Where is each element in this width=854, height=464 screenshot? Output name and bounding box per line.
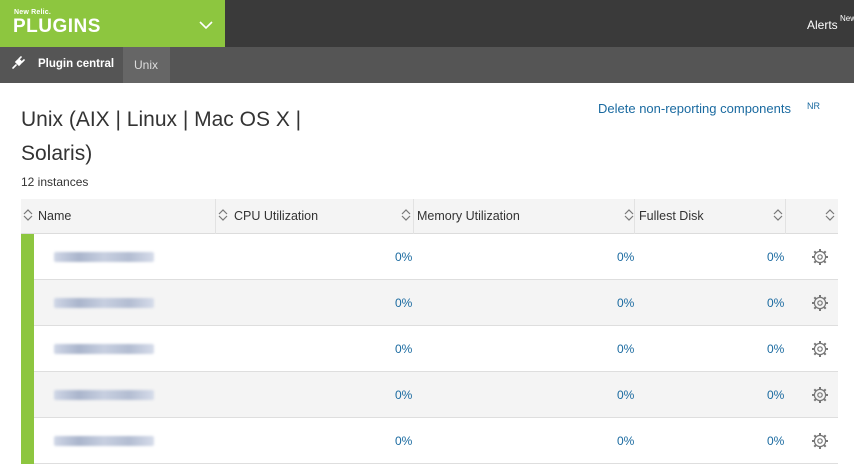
instance-name-redacted[interactable]: [54, 252, 154, 262]
breadcrumb-unix[interactable]: Unix: [134, 58, 158, 72]
column-label-cpu: CPU Utilization: [234, 209, 319, 223]
breadcrumb-plugin-central[interactable]: Plugin central: [38, 58, 114, 70]
memory-utilization-value[interactable]: 0%: [617, 434, 634, 448]
cpu-utilization-value[interactable]: 0%: [395, 250, 412, 264]
delete-link-superscript: NR: [807, 101, 820, 111]
column-header-memory[interactable]: Memory Utilization: [414, 199, 635, 234]
table-row[interactable]: 0% 0% 0%: [21, 280, 838, 326]
fullest-disk-value[interactable]: 0%: [767, 434, 784, 448]
fullest-disk-value[interactable]: 0%: [767, 296, 784, 310]
instance-name-redacted[interactable]: [54, 298, 154, 308]
gear-icon[interactable]: [811, 294, 829, 312]
cpu-utilization-value[interactable]: 0%: [395, 388, 412, 402]
health-status-bar: [21, 418, 34, 464]
brand-company-name: New Relic.: [14, 9, 52, 16]
table-row[interactable]: 0% 0% 0%: [21, 418, 838, 464]
brand-product-name: PLUGINS: [13, 16, 101, 37]
instance-name-redacted[interactable]: [54, 344, 154, 354]
health-status-bar: [21, 234, 34, 280]
sort-icon[interactable]: [23, 208, 33, 222]
table-header: Name CPU Utilization Memory Utilization …: [21, 199, 838, 234]
health-status-bar: [21, 326, 34, 372]
table-row[interactable]: 0% 0% 0%: [21, 326, 838, 372]
column-label-memory: Memory Utilization: [417, 209, 520, 223]
gear-icon[interactable]: [811, 248, 829, 266]
chevron-down-icon[interactable]: [199, 20, 213, 30]
sort-icon[interactable]: [773, 208, 783, 222]
instance-name-redacted[interactable]: [54, 436, 154, 446]
column-label-disk: Fullest Disk: [639, 209, 704, 223]
column-header-name[interactable]: Name: [21, 199, 228, 234]
column-header-cpu[interactable]: CPU Utilization: [232, 199, 414, 234]
sort-icon[interactable]: [825, 208, 835, 222]
page-title: Unix (AIX | Linux | Mac OS X | Solaris): [21, 108, 302, 165]
gear-icon[interactable]: [811, 432, 829, 450]
gear-icon[interactable]: [811, 386, 829, 404]
plug-icon: [12, 56, 25, 69]
instance-count: 12 instances: [21, 175, 89, 189]
instance-name-redacted[interactable]: [54, 390, 154, 400]
fullest-disk-value[interactable]: 0%: [767, 250, 784, 264]
table-row[interactable]: 0% 0% 0%: [21, 234, 838, 280]
health-status-bar: [21, 372, 34, 418]
table-row[interactable]: 0% 0% 0%: [21, 372, 838, 418]
memory-utilization-value[interactable]: 0%: [617, 388, 634, 402]
alerts-menu[interactable]: Alerts: [807, 18, 838, 32]
column-label-name: Name: [38, 209, 72, 223]
brand-menu[interactable]: New Relic. PLUGINS: [0, 0, 225, 47]
memory-utilization-value[interactable]: 0%: [617, 250, 634, 264]
memory-utilization-value[interactable]: 0%: [617, 342, 634, 356]
memory-utilization-value[interactable]: 0%: [617, 296, 634, 310]
alerts-new-badge: New: [840, 14, 854, 23]
top-bar: New Relic. PLUGINS Alerts New: [0, 0, 854, 47]
sort-icon[interactable]: [401, 208, 411, 222]
cpu-utilization-value[interactable]: 0%: [395, 342, 412, 356]
fullest-disk-value[interactable]: 0%: [767, 388, 784, 402]
health-status-bar: [21, 280, 34, 326]
column-header-disk[interactable]: Fullest Disk: [635, 199, 786, 234]
delete-non-reporting-link[interactable]: Delete non-reporting components: [598, 101, 791, 116]
cpu-utilization-value[interactable]: 0%: [395, 434, 412, 448]
sort-icon[interactable]: [218, 208, 228, 222]
cpu-utilization-value[interactable]: 0%: [395, 296, 412, 310]
sort-icon[interactable]: [624, 208, 634, 222]
gear-icon[interactable]: [811, 340, 829, 358]
fullest-disk-value[interactable]: 0%: [767, 342, 784, 356]
